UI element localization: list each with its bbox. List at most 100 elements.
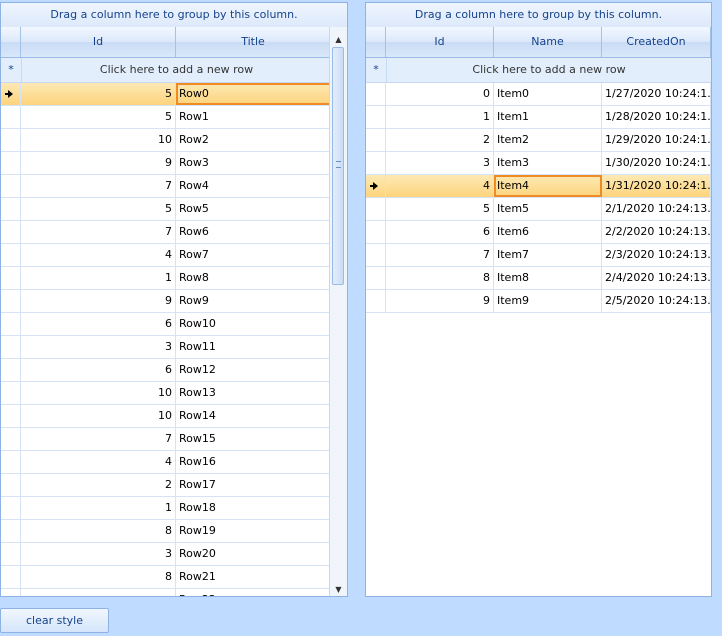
id-cell[interactable]: 7 bbox=[21, 221, 176, 243]
table-row[interactable]: 8 Row21 bbox=[1, 566, 331, 589]
table-row[interactable]: 3 Row11 bbox=[1, 336, 331, 359]
table-row[interactable]: 7 Row15 bbox=[1, 428, 331, 451]
id-cell[interactable]: 3 bbox=[21, 336, 176, 358]
row-indicator[interactable] bbox=[366, 83, 386, 105]
id-cell[interactable]: 6 bbox=[21, 313, 176, 335]
name-cell[interactable]: Item2 bbox=[494, 129, 602, 151]
table-row[interactable]: 6 Item6 2/2/2020 10:24:13... bbox=[366, 221, 711, 244]
title-cell[interactable]: Row16 bbox=[176, 451, 331, 473]
title-cell[interactable]: Row2 bbox=[176, 129, 331, 151]
table-row[interactable]: 4 Row7 bbox=[1, 244, 331, 267]
createdon-cell[interactable]: 1/27/2020 10:24:1... bbox=[602, 83, 711, 105]
scroll-down-icon[interactable]: ▼ bbox=[330, 581, 347, 596]
table-row[interactable]: 9 Item9 2/5/2020 10:24:13... bbox=[366, 290, 711, 313]
row-indicator[interactable] bbox=[1, 244, 21, 266]
column-header-id[interactable]: Id bbox=[386, 27, 494, 57]
row-indicator[interactable] bbox=[1, 336, 21, 358]
id-cell[interactable]: 7 bbox=[21, 428, 176, 450]
createdon-cell[interactable]: 2/3/2020 10:24:13... bbox=[602, 244, 711, 266]
row-indicator[interactable] bbox=[1, 175, 21, 197]
table-row[interactable]: 6 Row10 bbox=[1, 313, 331, 336]
table-row[interactable]: 3 Row20 bbox=[1, 543, 331, 566]
table-row[interactable]: 7 Row4 bbox=[1, 175, 331, 198]
row-indicator[interactable] bbox=[1, 106, 21, 128]
id-cell[interactable]: 2 bbox=[386, 129, 494, 151]
row-indicator[interactable] bbox=[1, 290, 21, 312]
title-cell[interactable]: Row1 bbox=[176, 106, 331, 128]
title-cell[interactable]: Row12 bbox=[176, 359, 331, 381]
table-row[interactable]: 1 Row8 bbox=[1, 267, 331, 290]
name-cell[interactable]: Item4 bbox=[494, 175, 602, 197]
vertical-scrollbar[interactable]: ▲ ▼ bbox=[329, 27, 347, 596]
name-cell[interactable]: Item7 bbox=[494, 244, 602, 266]
title-cell[interactable]: Row21 bbox=[176, 566, 331, 588]
add-new-row[interactable]: * Click here to add a new row bbox=[1, 58, 331, 83]
row-indicator[interactable] bbox=[1, 267, 21, 289]
name-cell[interactable]: Item9 bbox=[494, 290, 602, 312]
table-row[interactable]: 10 Row14 bbox=[1, 405, 331, 428]
add-new-row-label[interactable]: Click here to add a new row bbox=[387, 58, 711, 82]
title-cell[interactable]: Row7 bbox=[176, 244, 331, 266]
title-cell[interactable]: Row17 bbox=[176, 474, 331, 496]
table-row[interactable]: 8 Item8 2/4/2020 10:24:13... bbox=[366, 267, 711, 290]
clear-style-button[interactable]: clear style bbox=[0, 608, 109, 633]
title-cell[interactable]: Row0 bbox=[176, 83, 331, 105]
id-cell[interactable]: 9 bbox=[386, 290, 494, 312]
createdon-cell[interactable]: 1/28/2020 10:24:1... bbox=[602, 106, 711, 128]
row-indicator[interactable] bbox=[1, 313, 21, 335]
name-cell[interactable]: Item8 bbox=[494, 267, 602, 289]
group-panel[interactable]: Drag a column here to group by this colu… bbox=[1, 3, 347, 28]
table-row[interactable]: 5 Item5 2/1/2020 10:24:13... bbox=[366, 198, 711, 221]
title-cell[interactable]: Row6 bbox=[176, 221, 331, 243]
table-row[interactable]: 1 Item1 1/28/2020 10:24:1... bbox=[366, 106, 711, 129]
row-indicator[interactable] bbox=[1, 359, 21, 381]
title-cell[interactable]: Row8 bbox=[176, 267, 331, 289]
id-cell[interactable]: 4 bbox=[386, 175, 494, 197]
id-cell[interactable]: 5 bbox=[386, 198, 494, 220]
table-row[interactable]: 2 Item2 1/29/2020 10:24:1... bbox=[366, 129, 711, 152]
title-cell[interactable]: Row14 bbox=[176, 405, 331, 427]
row-indicator[interactable] bbox=[366, 198, 386, 220]
title-cell[interactable]: Row4 bbox=[176, 175, 331, 197]
row-indicator[interactable] bbox=[1, 83, 21, 105]
row-indicator[interactable] bbox=[1, 543, 21, 565]
table-row[interactable]: 9 Row3 bbox=[1, 152, 331, 175]
left-grid[interactable]: Drag a column here to group by this colu… bbox=[0, 2, 348, 597]
table-row[interactable]: 10 Row2 bbox=[1, 129, 331, 152]
row-indicator[interactable] bbox=[1, 428, 21, 450]
row-indicator[interactable] bbox=[1, 405, 21, 427]
title-cell[interactable]: Row13 bbox=[176, 382, 331, 404]
group-panel[interactable]: Drag a column here to group by this colu… bbox=[366, 3, 711, 28]
id-cell[interactable]: 3 bbox=[386, 152, 494, 174]
id-cell[interactable]: 6 bbox=[386, 221, 494, 243]
column-header-title[interactable]: Title bbox=[176, 27, 331, 57]
name-cell[interactable]: Item5 bbox=[494, 198, 602, 220]
row-indicator[interactable] bbox=[1, 221, 21, 243]
column-header-id[interactable]: Id bbox=[21, 27, 176, 57]
id-cell[interactable]: 7 bbox=[386, 244, 494, 266]
table-row[interactable]: 5 Row0 bbox=[1, 83, 331, 106]
add-new-row-label[interactable]: Click here to add a new row bbox=[22, 58, 331, 82]
table-row[interactable]: 5 Row1 bbox=[1, 106, 331, 129]
row-indicator[interactable] bbox=[366, 152, 386, 174]
table-row[interactable]: 8 Row19 bbox=[1, 520, 331, 543]
column-header-createdon[interactable]: CreatedOn bbox=[602, 27, 711, 57]
row-indicator[interactable] bbox=[366, 244, 386, 266]
row-indicator[interactable] bbox=[1, 382, 21, 404]
id-cell[interactable] bbox=[21, 589, 176, 596]
name-cell[interactable]: Item6 bbox=[494, 221, 602, 243]
row-indicator[interactable] bbox=[1, 474, 21, 496]
id-cell[interactable]: 1 bbox=[21, 497, 176, 519]
row-indicator[interactable] bbox=[366, 267, 386, 289]
id-cell[interactable]: 4 bbox=[21, 244, 176, 266]
id-cell[interactable]: 6 bbox=[21, 359, 176, 381]
table-row[interactable]: 2 Row17 bbox=[1, 474, 331, 497]
row-indicator[interactable] bbox=[1, 198, 21, 220]
id-cell[interactable]: 7 bbox=[21, 175, 176, 197]
id-cell[interactable]: 0 bbox=[386, 83, 494, 105]
table-row[interactable]: 0 Item0 1/27/2020 10:24:1... bbox=[366, 83, 711, 106]
title-cell[interactable]: Row11 bbox=[176, 336, 331, 358]
createdon-cell[interactable]: 2/5/2020 10:24:13... bbox=[602, 290, 711, 312]
table-row[interactable]: 7 Row6 bbox=[1, 221, 331, 244]
scroll-thumb[interactable] bbox=[332, 47, 344, 285]
